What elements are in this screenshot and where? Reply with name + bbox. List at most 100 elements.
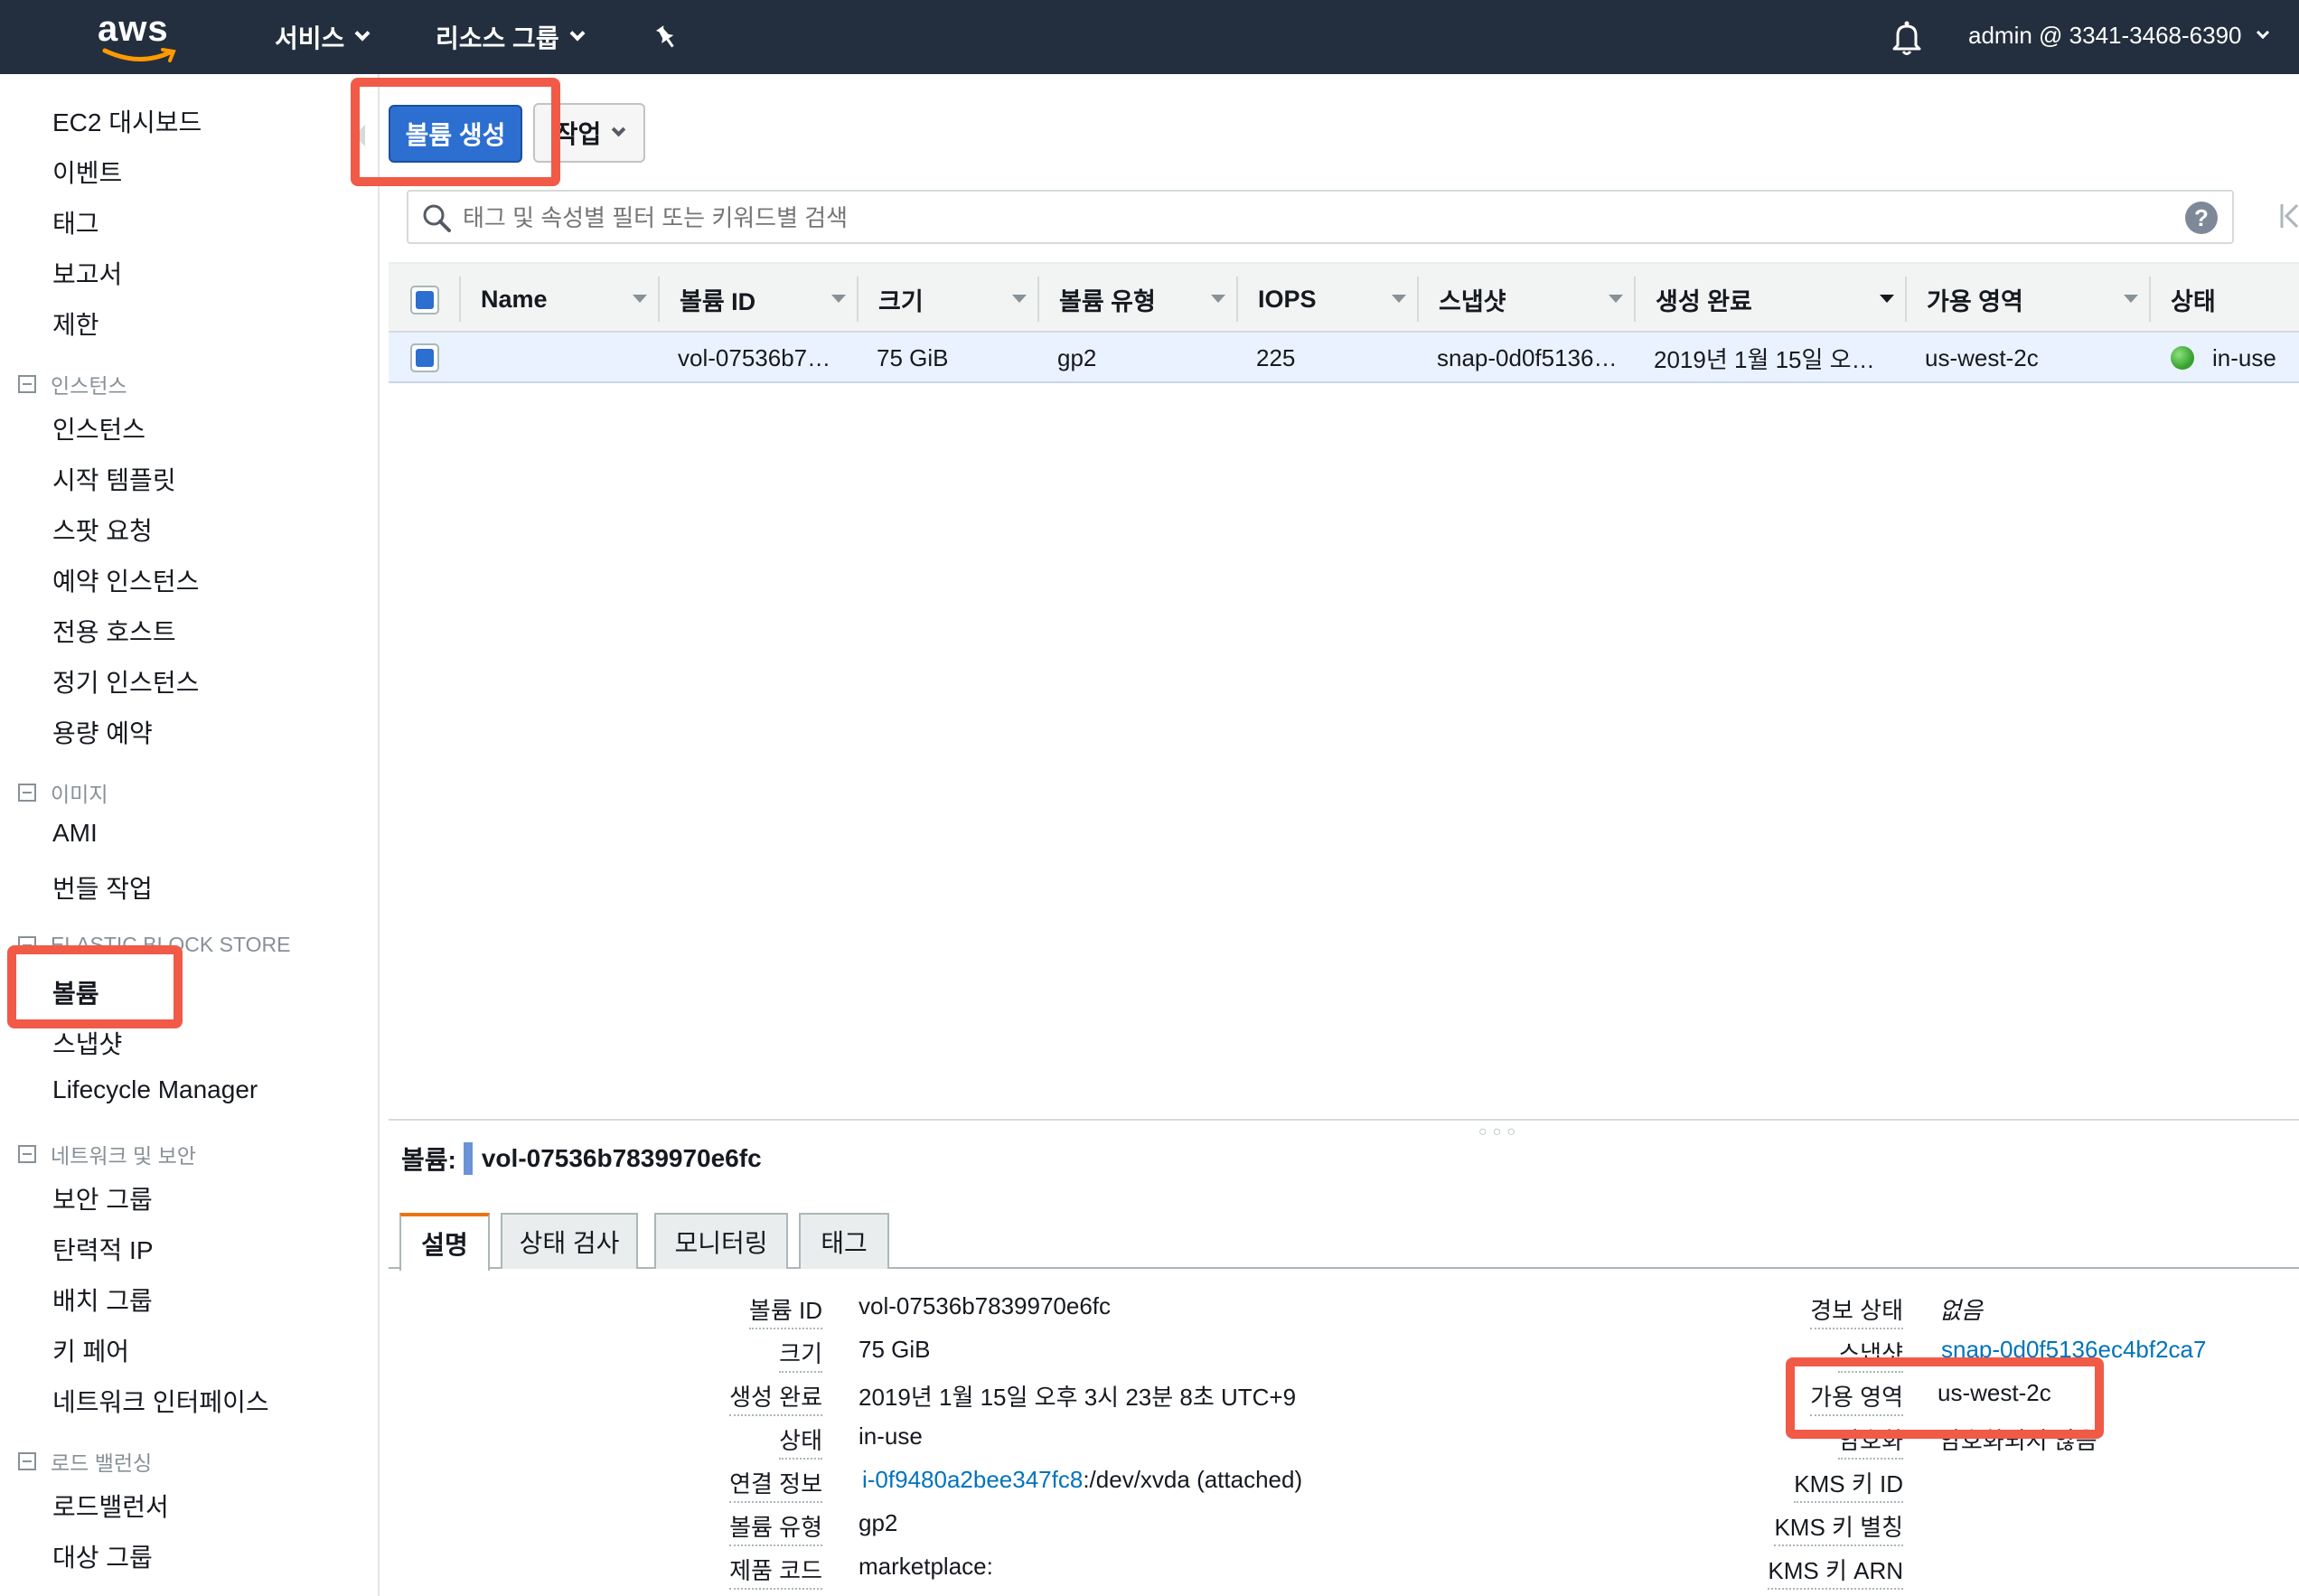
cell-availability-zone: us-west-2c [1925,343,2039,371]
sidebar-item-reserved-instances[interactable]: 예약 인스턴스 [52,562,199,598]
sidebar-section-images[interactable]: 이미지 [18,777,108,808]
column-header-state[interactable]: 상태 [2171,264,2216,334]
help-icon[interactable]: ? [2185,202,2218,234]
sidebar-item-capacity-reservations[interactable]: 용량 예약 [52,714,153,750]
column-header-name[interactable]: Name [481,264,548,334]
sidebar-item-ami[interactable]: AMI [52,819,98,848]
detail-title-prefix: 볼륨: [401,1146,456,1174]
bell-icon[interactable] [1891,20,1923,56]
column-header-iops[interactable]: IOPS [1258,264,1317,334]
sort-caret-icon[interactable] [1609,295,1623,303]
tab-tags[interactable]: 태그 [799,1213,889,1269]
column-header-created[interactable]: 생성 완료 [1656,264,1752,334]
aws-logo[interactable]: aws [98,9,181,65]
snapshot-link[interactable]: snap-0d0f5136ec4bf2ca7 [1941,1336,2206,1364]
sidebar-item-reports[interactable]: 보고서 [52,255,122,291]
top-navigation-bar: aws 서비스 리소스 그룹 admin @ 3341-3468-6390 [0,0,2299,74]
sidebar: EC2 대시보드 이벤트 태그 보고서 제한 인스턴스 인스턴스 시작 템플릿 … [0,74,380,1596]
aws-smile-icon [102,48,176,62]
detail-value-attachment: i-0f9480a2bee347fc8:/dev/xvda (attached) [862,1466,1302,1494]
sidebar-item-network-interfaces[interactable]: 네트워크 인터페이스 [52,1383,269,1419]
sidebar-section-ebs[interactable]: ELASTIC BLOCK STORE [18,933,290,957]
column-separator [1905,277,1907,322]
chevron-down-icon [611,122,626,136]
detail-value-size: 75 GiB [859,1336,931,1363]
column-separator [857,277,859,322]
column-header-size[interactable]: 크기 [878,264,924,334]
column-header-volume-id[interactable]: 볼륨 ID [680,264,755,334]
search-input[interactable] [463,199,2144,237]
column-separator [459,277,461,322]
create-volume-button[interactable]: 볼륨 생성 [389,105,522,163]
resource-groups-menu[interactable]: 리소스 그룹 [436,18,586,56]
detail-label-kms-key-id: KMS 키 ID [1794,1466,1903,1503]
tab-description[interactable]: 설명 [399,1213,490,1271]
sidebar-item-scheduled-instances[interactable]: 정기 인스턴스 [52,663,199,699]
column-header-volume-type[interactable]: 볼륨 유형 [1059,264,1156,334]
column-header-availability-zone[interactable]: 가용 영역 [1927,264,2023,334]
collapse-icon [18,1145,36,1163]
sidebar-section-title: 로드 밸런싱 [51,1451,153,1475]
sidebar-item-volumes[interactable]: 볼륨 [52,974,99,1010]
sidebar-item-dedicated-hosts[interactable]: 전용 호스트 [52,613,176,649]
sort-caret-icon[interactable] [1392,295,1406,303]
sidebar-item-target-groups[interactable]: 대상 그룹 [52,1538,153,1574]
volume-icon [463,1142,473,1175]
sort-caret-icon[interactable] [1211,295,1225,303]
sidebar-item-limits[interactable]: 제한 [52,305,99,342]
sidebar-item-bundle-tasks[interactable]: 번들 작업 [52,869,153,906]
sort-caret-icon[interactable] [831,295,846,303]
sidebar-collapse-icon[interactable] [354,125,365,146]
detail-label-snapshot: 스냅샷 [1838,1336,1903,1373]
sidebar-section-instances[interactable]: 인스턴스 [18,369,127,399]
pin-icon[interactable] [652,23,680,51]
sort-caret-icon[interactable] [1012,295,1027,303]
chevron-down-icon [354,25,371,42]
sidebar-item-tags[interactable]: 태그 [52,204,99,240]
sidebar-section-load-balancing[interactable]: 로드 밸런싱 [18,1446,152,1477]
sort-caret-icon[interactable] [1880,295,1894,303]
sidebar-item-lifecycle-manager[interactable]: Lifecycle Manager [52,1075,258,1104]
detail-label-volume-id: 볼륨 ID [748,1292,822,1329]
first-page-icon[interactable] [2279,201,2299,231]
services-menu[interactable]: 서비스 [275,18,371,56]
volumes-table-header: Name 볼륨 ID 크기 볼륨 유형 IOPS 스냅샷 생성 완료 가용 영역… [389,262,2299,333]
sidebar-item-snapshots[interactable]: 스냅샷 [52,1025,122,1061]
sidebar-item-launch-templates[interactable]: 시작 템플릿 [52,461,176,497]
column-separator [1236,277,1238,322]
attachment-device: :/dev/xvda (attached) [1083,1466,1303,1493]
column-header-snapshot[interactable]: 스냅샷 [1439,264,1506,334]
actions-button[interactable]: 작업 [533,103,645,163]
cell-state: in-use [2171,333,2276,383]
tab-status-checks[interactable]: 상태 검사 [501,1213,638,1269]
sidebar-item-security-groups[interactable]: 보안 그룹 [52,1180,153,1216]
row-checkbox[interactable] [410,343,439,372]
sidebar-item-placement-groups[interactable]: 배치 그룹 [52,1281,153,1318]
sidebar-item-key-pairs[interactable]: 키 페어 [52,1332,129,1368]
drag-handle-icon[interactable]: ○○○ [1478,1124,1521,1141]
detail-label-kms-key-alias: KMS 키 별칭 [1774,1509,1903,1546]
detail-label-created: 생성 완료 [729,1379,822,1416]
sort-caret-icon[interactable] [2124,295,2138,303]
attached-instance-link[interactable]: i-0f9480a2bee347fc8 [862,1466,1083,1493]
sidebar-item-elastic-ips[interactable]: 탄력적 IP [52,1231,154,1267]
detail-value-encryption: 암호화되지 않음 [1939,1427,2097,1454]
sidebar-item-spot-requests[interactable]: 스팟 요청 [52,512,153,548]
sidebar-item-load-balancers[interactable]: 로드밸런서 [52,1488,169,1524]
sort-caret-icon[interactable] [633,295,647,303]
collapse-icon [18,375,36,393]
column-separator [2149,277,2151,322]
table-row[interactable]: vol-07536b7… 75 GiB gp2 225 snap-0d0f513… [389,333,2299,383]
sidebar-item-ec2-dashboard[interactable]: EC2 대시보드 [52,103,202,139]
sidebar-section-network-security[interactable]: 네트워크 및 보안 [18,1139,196,1169]
chevron-down-icon [2256,25,2269,39]
sidebar-item-instances[interactable]: 인스턴스 [52,410,145,446]
cell-iops: 225 [1256,343,1296,371]
account-menu[interactable]: admin @ 3341-3468-6390 [1968,22,2269,50]
detail-label-volume-type: 볼륨 유형 [729,1509,822,1546]
tab-monitoring[interactable]: 모니터링 [654,1213,788,1269]
sidebar-item-events[interactable]: 이벤트 [52,154,122,190]
detail-value-volume-type: gp2 [859,1509,898,1536]
pane-splitter[interactable] [389,1119,2299,1121]
select-all-checkbox[interactable] [410,286,439,315]
